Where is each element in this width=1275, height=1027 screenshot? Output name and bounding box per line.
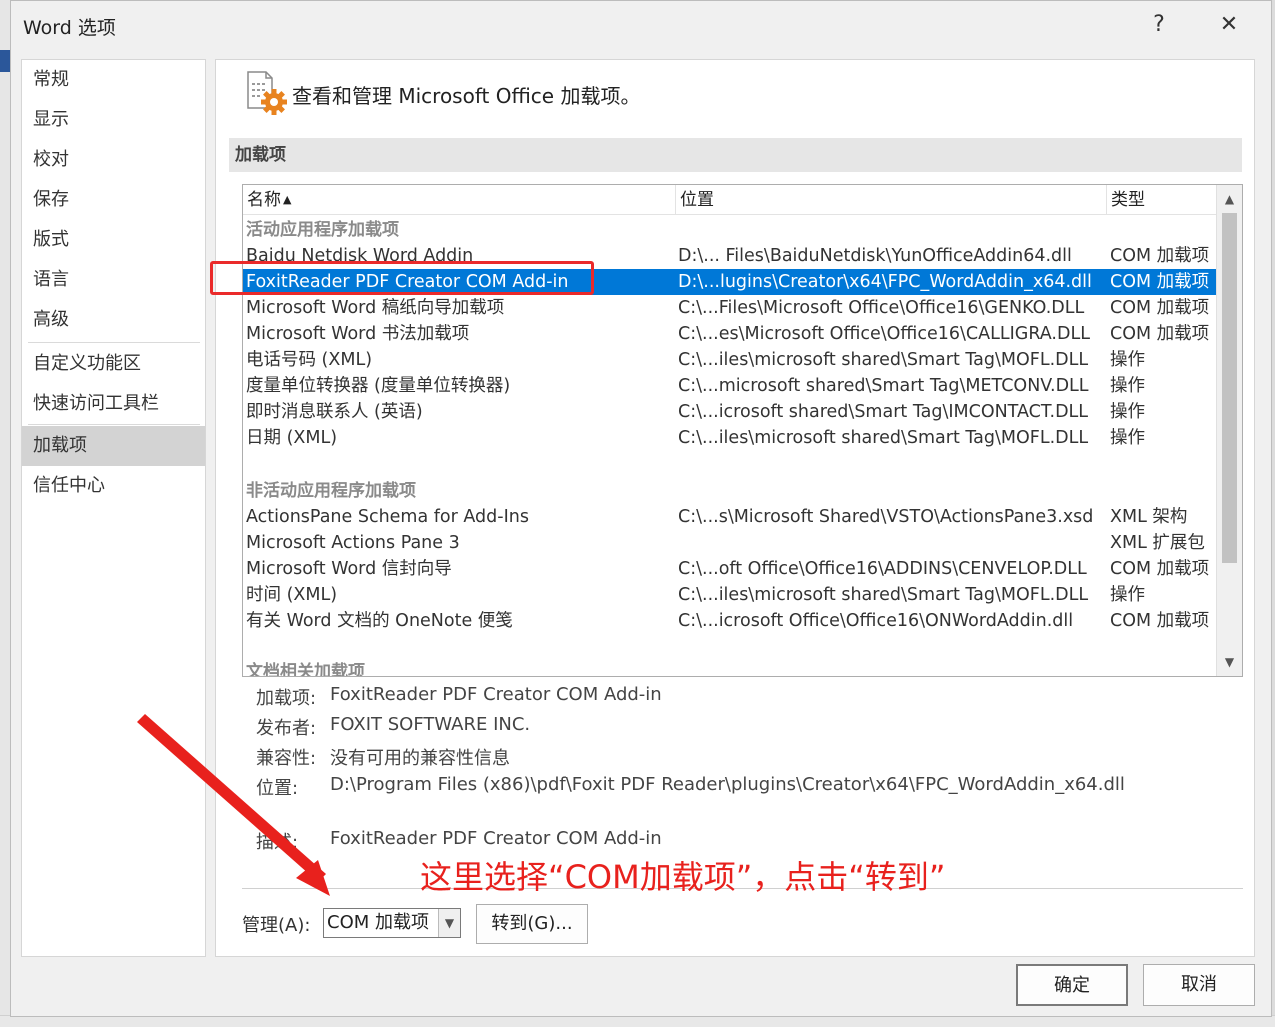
list-item[interactable]: 电话号码 (XML) C:\...iles\microsoft shared\Sm… <box>243 347 1216 373</box>
manage-label: 管理(A): <box>242 915 311 936</box>
nav-item-quick-access-toolbar[interactable]: 快速访问工具栏 <box>22 384 205 424</box>
annotation-note: 这里选择“COM加载项”，点击“转到” <box>420 858 946 896</box>
list-item[interactable]: 度量单位转换器 (度量单位转换器) C:\...microsoft shared\… <box>243 373 1216 399</box>
list-header: 名称 ▲ 位置 类型 <box>243 185 1216 215</box>
nav-item-general[interactable]: 常规 <box>22 60 205 100</box>
nav-item-layout[interactable]: 版式 <box>22 220 205 260</box>
column-header-location[interactable]: 位置 <box>675 185 1106 215</box>
scroll-up-icon[interactable]: ▲ <box>1217 187 1242 211</box>
ok-button[interactable]: 确定 <box>1016 964 1128 1006</box>
list-item[interactable]: 有关 Word 文档的 OneNote 便笺 C:\...icrosoft Off… <box>243 608 1216 634</box>
list-item[interactable]: Microsoft Actions Pane 3 XML 扩展包 <box>243 530 1216 556</box>
manage-selected-value: COM 加载项 <box>327 912 429 933</box>
detail-label-publisher: 发布者: <box>256 718 317 739</box>
cancel-button[interactable]: 取消 <box>1143 964 1255 1006</box>
scroll-thumb[interactable] <box>1222 213 1237 563</box>
section-title-add-ins: 加载项 <box>229 138 1242 172</box>
list-scrollbar[interactable]: ▲ ▼ <box>1216 185 1242 676</box>
nav-item-advanced[interactable]: 高级 <box>22 300 205 340</box>
list-item[interactable]: ActionsPane Schema for Add-Ins C:\...s\Mi… <box>243 504 1216 530</box>
manage-select[interactable]: COM 加载项 ▼ <box>323 908 461 938</box>
nav-item-display[interactable]: 显示 <box>22 100 205 140</box>
list-item[interactable]: 即时消息联系人 (英语) C:\...icrosoft shared\Smart … <box>243 399 1216 425</box>
chevron-down-icon[interactable]: ▼ <box>438 909 460 937</box>
add-ins-list[interactable]: 名称 ▲ 位置 类型 活动应用程序加载项 Baidu Netdisk Word A… <box>242 184 1243 677</box>
nav-item-customize-ribbon[interactable]: 自定义功能区 <box>22 344 205 384</box>
nav-item-trust-center[interactable]: 信任中心 <box>22 466 205 506</box>
go-button[interactable]: 转到(G)... <box>476 904 588 944</box>
detail-value-location: D:\Program Files (x86)\pdf\Foxit PDF Rea… <box>330 774 1125 795</box>
scroll-down-icon[interactable]: ▼ <box>1217 650 1242 674</box>
nav-item-language[interactable]: 语言 <box>22 260 205 300</box>
list-item[interactable]: 时间 (XML) C:\...iles\microsoft shared\Smar… <box>243 582 1216 608</box>
detail-value-addin: FoxitReader PDF Creator COM Add-in <box>330 684 662 705</box>
nav-item-proofing[interactable]: 校对 <box>22 140 205 180</box>
add-ins-panel: 查看和管理 Microsoft Office 加载项。 加载项 名称 ▲ 位置 类… <box>215 59 1255 957</box>
detail-label-compatibility: 兼容性: <box>256 748 317 769</box>
close-button[interactable]: ✕ <box>1209 9 1249 41</box>
background-app-edge <box>0 0 10 1027</box>
column-header-type[interactable]: 类型 <box>1106 185 1216 215</box>
nav-separator <box>28 342 200 343</box>
group-header-inactive: 非活动应用程序加载项 <box>246 481 416 501</box>
nav-separator <box>28 424 200 425</box>
list-item[interactable]: 日期 (XML) C:\...iles\microsoft shared\Smar… <box>243 425 1216 451</box>
column-header-name[interactable]: 名称 ▲ <box>243 185 675 215</box>
highlight-box <box>210 261 594 295</box>
list-item[interactable]: Microsoft Word 信封向导 C:\...oft Office\Offi… <box>243 556 1216 582</box>
background-app-tab <box>0 50 10 72</box>
detail-value-description: FoxitReader PDF Creator COM Add-in <box>330 828 662 849</box>
dialog-title: Word 选项 <box>23 17 116 39</box>
help-button[interactable]: ? <box>1139 9 1179 41</box>
nav-item-save[interactable]: 保存 <box>22 180 205 220</box>
detail-label-location: 位置: <box>256 778 299 799</box>
options-navigation: 常规 显示 校对 保存 版式 语言 高级 自定义功能区 快速访问工具栏 加载项 … <box>21 59 206 957</box>
detail-value-publisher: FOXIT SOFTWARE INC. <box>330 714 531 735</box>
detail-value-compatibility: 没有可用的兼容性信息 <box>330 748 510 769</box>
group-header-document: 文档相关加载项 <box>246 662 365 677</box>
header-description: 查看和管理 Microsoft Office 加载项。 <box>292 84 641 108</box>
detail-label-description: 描述: <box>256 832 299 853</box>
nav-item-add-ins[interactable]: 加载项 <box>22 426 205 466</box>
group-header-active: 活动应用程序加载项 <box>246 220 399 240</box>
detail-label-addin: 加载项: <box>256 688 317 709</box>
addin-gear-icon <box>247 71 287 115</box>
sort-ascending-icon: ▲ <box>283 193 292 206</box>
list-item[interactable]: Microsoft Word 书法加载项 C:\...es\Microsoft O… <box>243 321 1216 347</box>
list-item[interactable]: Microsoft Word 稿纸向导加载项 C:\...Files\Micros… <box>243 295 1216 321</box>
